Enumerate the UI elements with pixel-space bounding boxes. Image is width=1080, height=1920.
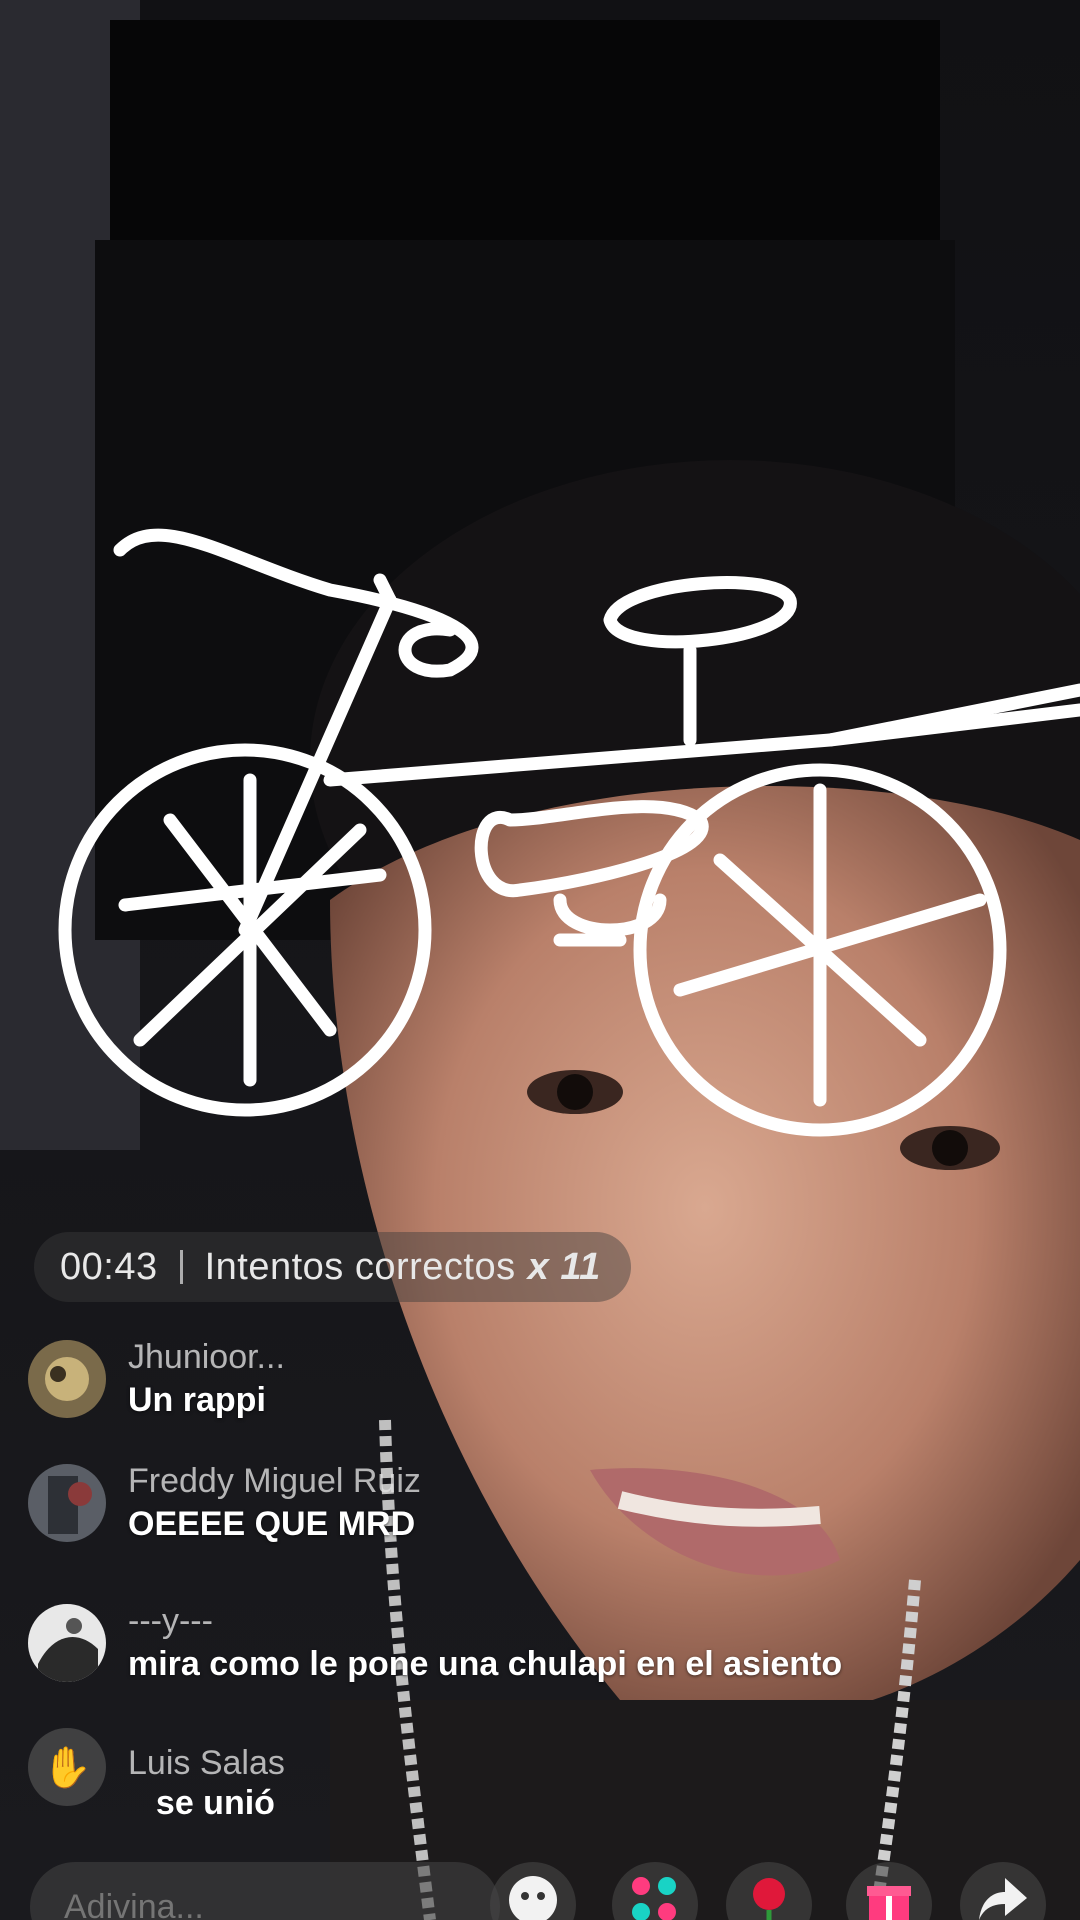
emoji-button[interactable] xyxy=(490,1862,576,1920)
wave-icon: ✋ xyxy=(28,1728,106,1806)
comment-item[interactable]: Jhunioor... Un rappi xyxy=(28,1336,285,1422)
attempts-count: x 11 xyxy=(527,1245,601,1288)
comment-username[interactable]: Jhunioor... xyxy=(128,1336,285,1378)
comment-text: Un rappi xyxy=(128,1381,266,1419)
smiley-icon xyxy=(509,1876,557,1920)
game-status-bar: 00:43 Intentos correctos x 11 xyxy=(34,1232,631,1302)
bottom-action-bar xyxy=(0,1856,1080,1920)
live-stream-screen: 00:43 Intentos correctos x 11 Jhunioor..… xyxy=(0,0,1080,1920)
join-text: se unió xyxy=(155,1784,275,1822)
game-timer: 00:43 xyxy=(60,1245,158,1288)
dots-icon xyxy=(632,1877,676,1920)
avatar[interactable] xyxy=(28,1340,106,1418)
join-notice: ✋ Luis Salas se unió xyxy=(28,1724,303,1823)
comment-item[interactable]: ---y--- mira como le pone una chulapi en… xyxy=(28,1600,842,1686)
games-button[interactable] xyxy=(612,1862,698,1920)
comment-username[interactable]: Freddy Miguel Ruiz xyxy=(128,1460,421,1502)
attempts-label: Intentos correctos xyxy=(204,1245,516,1288)
comment-text: mira como le pone una chulapi en el asie… xyxy=(128,1645,843,1683)
rose-icon xyxy=(753,1878,785,1920)
comment-username[interactable]: ---y--- xyxy=(128,1600,842,1642)
divider xyxy=(179,1250,183,1284)
gift-button[interactable] xyxy=(846,1862,932,1920)
guess-input[interactable] xyxy=(30,1862,500,1920)
share-arrow-icon xyxy=(979,1878,1027,1920)
share-button[interactable] xyxy=(960,1862,1046,1920)
rose-gift-button[interactable] xyxy=(726,1862,812,1920)
avatar[interactable] xyxy=(28,1604,106,1682)
comment-item[interactable]: Freddy Miguel Ruiz OEEEE QUE MRD xyxy=(28,1460,421,1546)
join-username[interactable]: Luis Salas xyxy=(128,1742,285,1784)
avatar[interactable] xyxy=(28,1464,106,1542)
comment-text: OEEEE QUE MRD xyxy=(128,1505,416,1543)
gift-icon xyxy=(867,1886,911,1920)
